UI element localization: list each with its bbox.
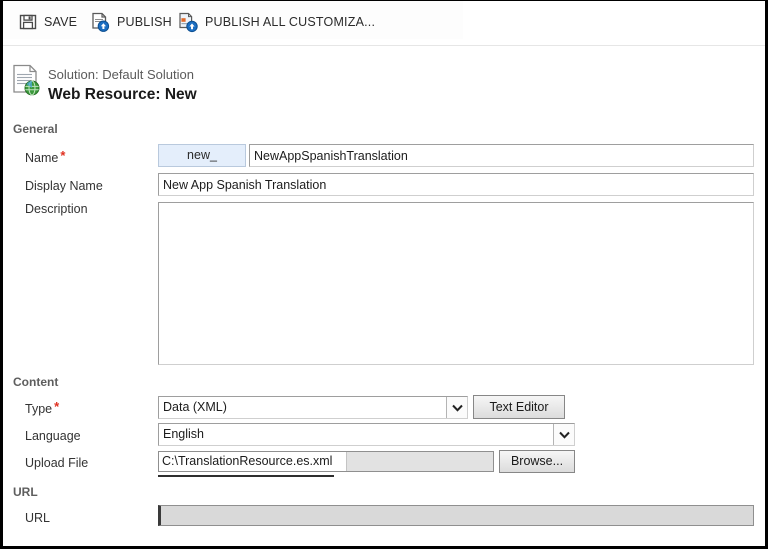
browse-button[interactable]: Browse... <box>499 450 575 473</box>
name-prefix: new_ <box>158 144 246 167</box>
text-editor-button[interactable]: Text Editor <box>473 395 565 419</box>
url-input <box>158 505 754 526</box>
publish-all-customizations-button[interactable]: PUBLISH ALL CUSTOMIZA... <box>179 10 375 34</box>
description-textarea[interactable] <box>158 202 754 365</box>
publish-all-icon <box>179 12 198 33</box>
section-header-url: URL <box>13 485 38 499</box>
name-field-label: Name * <box>25 148 66 165</box>
name-input[interactable] <box>249 144 754 167</box>
name-required-asterisk: * <box>60 148 66 163</box>
section-header-general: General <box>13 122 58 136</box>
type-required-asterisk: * <box>54 399 60 414</box>
display-name-field-label: Display Name <box>25 179 103 193</box>
web-resource-icon <box>12 64 42 96</box>
description-field-label: Description <box>25 202 88 216</box>
web-resource-form-window: SAVE PUBLISH PUBLISH ALL CUSTOMIZA... So… <box>0 0 768 549</box>
type-select[interactable]: Data (XML) <box>158 396 468 419</box>
save-button[interactable]: SAVE <box>19 10 77 34</box>
language-select[interactable]: English <box>158 423 575 446</box>
page-title: Web Resource: New <box>48 86 197 103</box>
chevron-down-icon[interactable] <box>446 397 467 418</box>
publish-button-label: PUBLISH <box>117 15 172 29</box>
name-label-text: Name <box>25 151 59 165</box>
type-select-value: Data (XML) <box>163 400 227 414</box>
chevron-down-icon[interactable] <box>553 424 574 445</box>
upload-file-path: C:\TranslationResource.es.xml <box>159 452 347 471</box>
language-select-value: English <box>163 427 204 441</box>
section-header-content: Content <box>13 375 59 389</box>
save-icon <box>19 13 37 31</box>
solution-name: Solution: Default Solution <box>48 67 194 82</box>
upload-file-underline <box>158 475 334 477</box>
type-label-text: Type <box>25 402 53 416</box>
upload-file-field-label: Upload File <box>25 456 89 470</box>
publish-all-button-label: PUBLISH ALL CUSTOMIZA... <box>205 15 376 29</box>
publish-button[interactable]: PUBLISH <box>91 10 172 34</box>
upload-file-input[interactable]: C:\TranslationResource.es.xml <box>158 451 494 472</box>
save-button-label: SAVE <box>44 15 78 29</box>
command-bar: SAVE PUBLISH PUBLISH ALL CUSTOMIZA... <box>3 1 765 46</box>
record-header: Solution: Default Solution Web Resource:… <box>3 46 765 114</box>
publish-icon <box>91 12 110 33</box>
url-field-label: URL <box>25 511 51 525</box>
language-field-label: Language <box>25 429 81 443</box>
display-name-input[interactable] <box>158 173 754 196</box>
type-field-label: Type * <box>25 399 60 416</box>
